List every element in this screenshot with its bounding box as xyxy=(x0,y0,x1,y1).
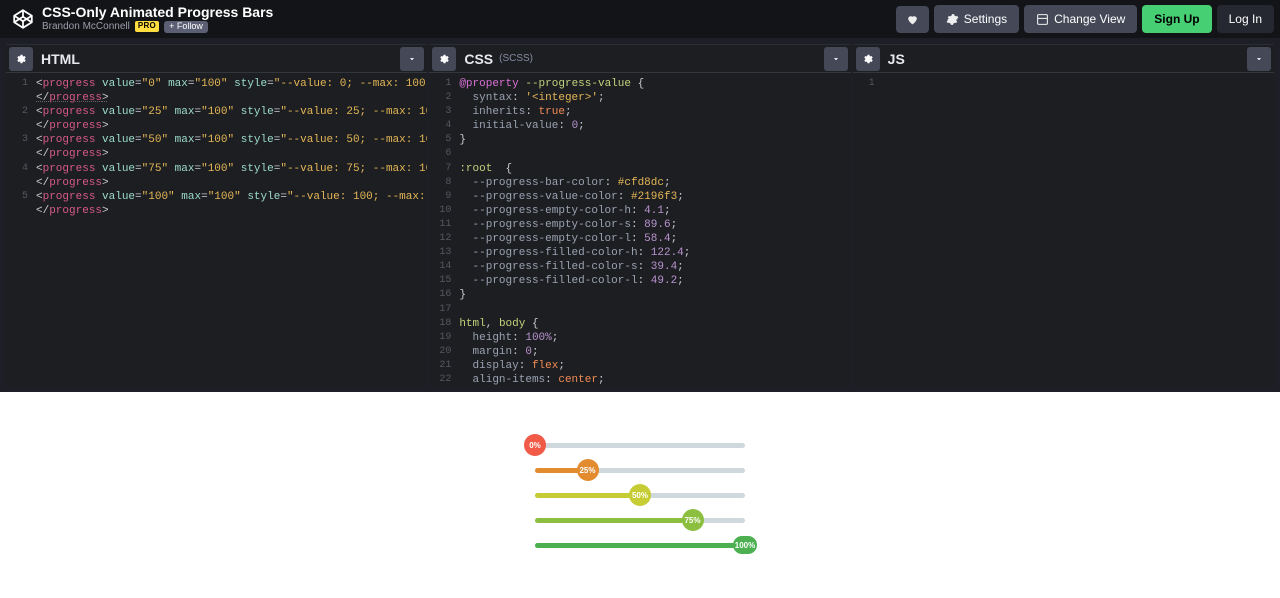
js-panel-header: JS xyxy=(853,45,1274,73)
codepen-logo-icon[interactable] xyxy=(12,8,34,30)
css-panel-title: CSS xyxy=(464,51,493,67)
pen-title: CSS-Only Animated Progress Bars xyxy=(42,5,273,20)
js-panel-menu-button[interactable] xyxy=(1247,47,1271,71)
css-settings-button[interactable] xyxy=(432,47,456,71)
js-panel-title: JS xyxy=(888,51,905,67)
html-panel: HTML 1<progress value="0" max="100" styl… xyxy=(6,44,427,386)
progress-knob: 100% xyxy=(733,536,757,554)
layout-icon xyxy=(1036,13,1049,26)
progress-knob: 50% xyxy=(629,484,651,506)
heart-icon xyxy=(906,13,919,26)
editor-panels: HTML 1<progress value="0" max="100" styl… xyxy=(0,38,1280,392)
progress-bar: 50% xyxy=(535,493,745,498)
signup-button[interactable]: Sign Up xyxy=(1142,5,1211,33)
gear-icon xyxy=(946,13,959,26)
css-panel-header: CSS (SCSS) xyxy=(429,45,850,73)
css-panel-subtitle: (SCSS) xyxy=(499,53,533,64)
settings-label: Settings xyxy=(964,12,1007,26)
progress-knob: 0% xyxy=(524,434,546,456)
pen-author[interactable]: Brandon McConnell xyxy=(42,21,130,32)
progress-knob: 25% xyxy=(577,459,599,481)
progress-bar: 25% xyxy=(535,468,745,473)
follow-button[interactable]: + Follow xyxy=(164,21,208,33)
login-button[interactable]: Log In xyxy=(1217,5,1274,33)
html-panel-header: HTML xyxy=(6,45,427,73)
html-panel-menu-button[interactable] xyxy=(400,47,424,71)
html-editor[interactable]: 1<progress value="0" max="100" style="--… xyxy=(6,73,427,386)
css-editor[interactable]: 1@property --progress-value {2 syntax: '… xyxy=(429,73,850,386)
progress-bar: 75% xyxy=(535,518,745,523)
settings-button[interactable]: Settings xyxy=(934,5,1019,33)
css-panel-menu-button[interactable] xyxy=(824,47,848,71)
change-view-label: Change View xyxy=(1054,12,1125,26)
login-label: Log In xyxy=(1229,12,1262,26)
app-header: CSS-Only Animated Progress Bars Brandon … xyxy=(0,0,1280,38)
html-settings-button[interactable] xyxy=(9,47,33,71)
change-view-button[interactable]: Change View xyxy=(1024,5,1137,33)
progress-fill xyxy=(535,518,693,523)
progress-knob: 75% xyxy=(682,509,704,531)
progress-fill xyxy=(535,543,745,548)
js-editor[interactable]: 1 xyxy=(853,73,1274,386)
signup-label: Sign Up xyxy=(1154,12,1199,26)
pro-badge: PRO xyxy=(135,21,159,32)
html-panel-title: HTML xyxy=(41,51,80,67)
js-panel: JS 1 xyxy=(853,44,1274,386)
preview-pane: 0% 25% 50% 75% 100% xyxy=(0,392,1280,598)
css-panel: CSS (SCSS) 1@property --progress-value {… xyxy=(429,44,850,386)
progress-bar: 100% xyxy=(535,543,745,548)
progress-fill xyxy=(535,493,640,498)
love-button[interactable] xyxy=(896,6,929,33)
progress-bar: 0% xyxy=(535,443,745,448)
js-settings-button[interactable] xyxy=(856,47,880,71)
